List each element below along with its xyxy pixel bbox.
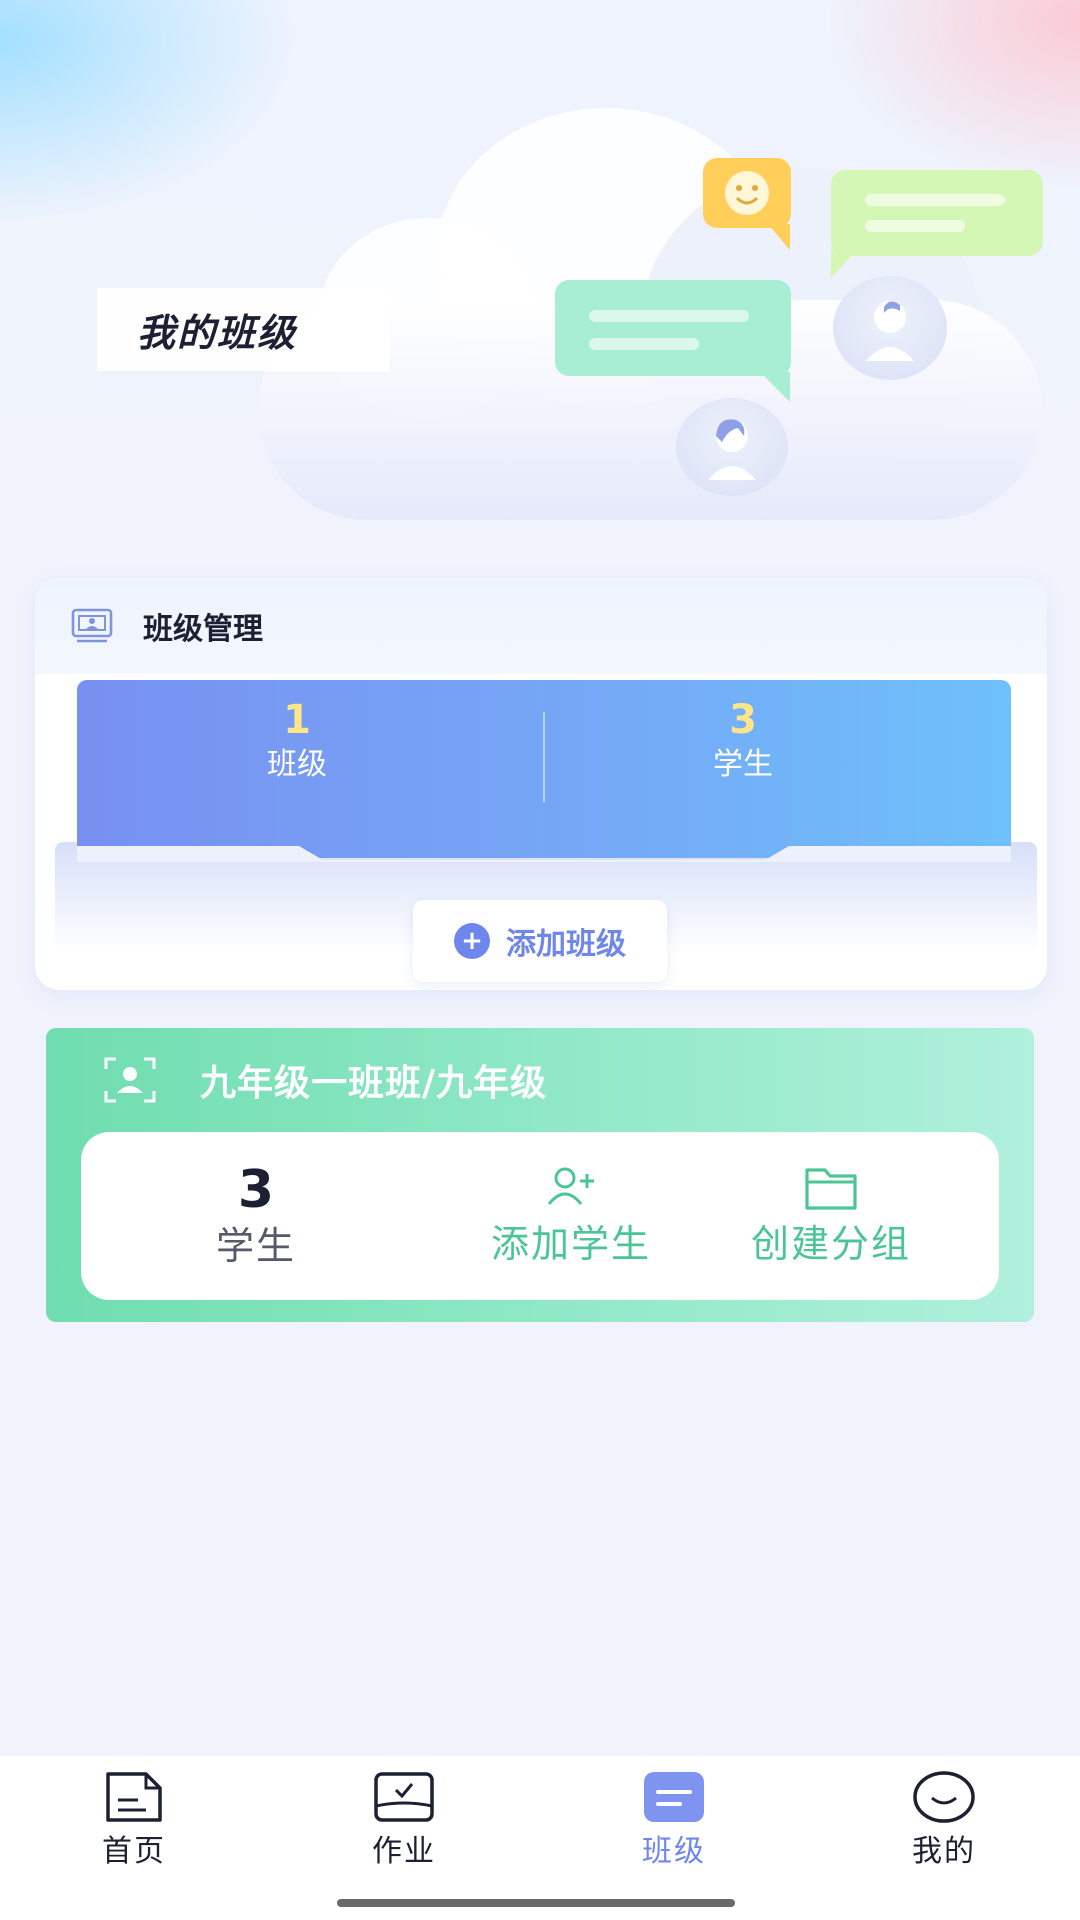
page-title: 我的班级: [137, 311, 298, 355]
page-title-box: 我的班级: [97, 288, 390, 371]
profile-smile-icon: [913, 1771, 975, 1823]
tab-class[interactable]: 班级: [604, 1770, 744, 1880]
bubble-tail: [831, 250, 857, 278]
bottom-tab-bar: 首页 作业 班级 我的: [0, 1756, 1080, 1920]
stats-notch-edge: [77, 846, 1011, 862]
chat-bubble-icon: [831, 170, 1043, 256]
classroom-screen-icon: [71, 608, 113, 643]
class-card-header: 九年级一班班/九年级: [46, 1028, 1034, 1132]
class-management-title: 班级管理: [143, 612, 263, 647]
add-student-button[interactable]: 添加学生: [441, 1132, 701, 1300]
plus-icon: +: [454, 923, 490, 959]
stat-students-label: 学生: [713, 747, 773, 782]
class-name: 九年级一班班/九年级: [200, 1063, 548, 1104]
chat-bubble-icon: [555, 280, 791, 376]
class-card-body: 3 学生 添加学生 创建分组: [81, 1132, 999, 1300]
tab-home-label: 首页: [102, 1834, 166, 1869]
tab-class-label: 班级: [642, 1834, 706, 1869]
create-group-button[interactable]: 创建分组: [701, 1132, 961, 1300]
add-student-label: 添加学生: [490, 1222, 651, 1266]
hero-illustration: 我的班级: [0, 0, 1080, 540]
add-class-label: 添加班级: [506, 927, 626, 962]
bubble-tail: [760, 372, 790, 402]
class-person-icon: [104, 1057, 156, 1103]
student-count-value: 3: [237, 1160, 275, 1220]
stat-classes[interactable]: 1 班级: [77, 680, 517, 804]
emoji-bubble-icon: [703, 158, 791, 228]
stat-students[interactable]: 3 学生: [523, 680, 963, 804]
add-user-icon: [547, 1167, 594, 1205]
bubble-tail: [768, 224, 790, 250]
avatar-icon: [833, 276, 947, 380]
tab-homework[interactable]: 作业: [334, 1770, 474, 1880]
class-management-card: 班级管理 1 班级 3 学生 + 添加班级: [35, 578, 1047, 990]
tab-home[interactable]: 首页: [64, 1770, 204, 1880]
stat-students-value: 3: [729, 697, 757, 743]
class-student-count[interactable]: 3 学生: [141, 1132, 371, 1300]
homework-icon: [374, 1772, 434, 1822]
class-management-header: 班级管理: [35, 578, 1047, 674]
create-group-label: 创建分组: [750, 1222, 911, 1266]
stats-panel: 1 班级 3 学生: [77, 680, 1011, 862]
tab-homework-label: 作业: [372, 1834, 436, 1869]
class-icon: [644, 1772, 704, 1822]
home-indicator[interactable]: [337, 1899, 735, 1907]
add-class-button[interactable]: + 添加班级: [413, 900, 667, 982]
tab-profile-label: 我的: [912, 1834, 976, 1869]
home-doc-icon: [106, 1772, 162, 1822]
tab-profile[interactable]: 我的: [874, 1770, 1014, 1880]
student-count-label: 学生: [215, 1224, 296, 1268]
folder-icon: [805, 1168, 857, 1210]
stat-classes-label: 班级: [267, 747, 327, 782]
stat-classes-value: 1: [283, 697, 311, 743]
class-card[interactable]: 九年级一班班/九年级 3 学生 添加学生 创建分组: [46, 1028, 1034, 1322]
avatar-icon: [676, 398, 788, 496]
